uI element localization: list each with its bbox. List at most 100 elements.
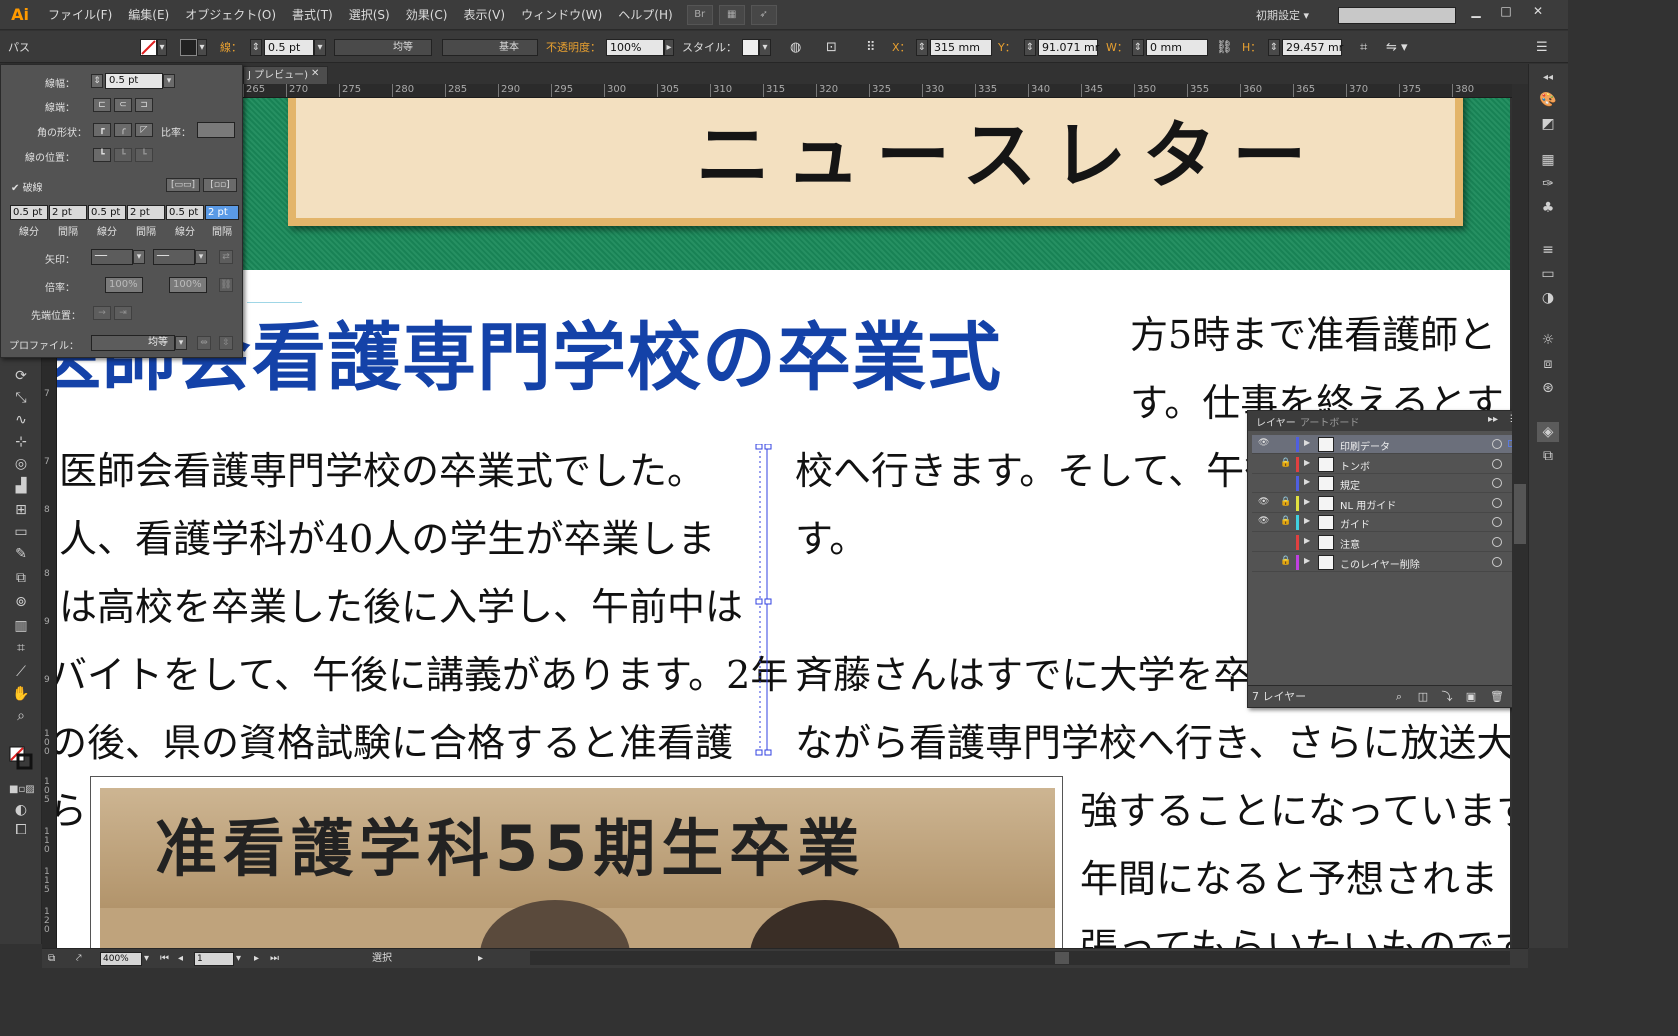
fill-stroke-swatch[interactable] xyxy=(9,746,33,770)
opacity-dropdown-icon[interactable]: ▸ xyxy=(664,39,674,56)
body-text-right[interactable]: 年間になると予想されま xyxy=(1080,848,1498,903)
layer-name[interactable]: このレイヤー削除 xyxy=(1340,556,1420,571)
expand-layer-icon[interactable]: ▶ xyxy=(1304,477,1310,486)
artboards-panel-icon[interactable]: ⧉ xyxy=(1537,446,1559,466)
profile-select[interactable]: 均等 xyxy=(91,335,175,351)
next-artboard-icon[interactable]: ▸ xyxy=(254,952,259,966)
color-panel-icon[interactable]: 🎨 xyxy=(1537,90,1559,110)
miter-limit-input[interactable] xyxy=(197,122,235,138)
align-inside-icon[interactable]: ┗ xyxy=(114,148,132,162)
status-icon[interactable]: ⧉ xyxy=(48,952,55,966)
target-circle-icon[interactable] xyxy=(1492,517,1502,528)
lock-icon[interactable]: 🔒 xyxy=(1280,497,1292,507)
butt-cap-icon[interactable]: ⊏ xyxy=(93,98,111,112)
y-stepper-icon[interactable]: ⇕ xyxy=(1024,39,1036,56)
stroke-weight-label[interactable]: 線： xyxy=(220,39,242,56)
profile-dropdown-icon[interactable]: ▾ xyxy=(175,336,187,350)
artboard-tool-icon[interactable]: ⌗ xyxy=(9,638,33,658)
menu-window[interactable]: ウィンドウ(W) xyxy=(513,0,610,30)
layers-panel-icon[interactable]: ◈ xyxy=(1537,422,1559,442)
x-stepper-icon[interactable]: ⇕ xyxy=(916,39,928,56)
layer-name[interactable]: ガイド xyxy=(1340,516,1370,531)
arrow-tip-inside-icon[interactable]: → xyxy=(93,306,111,320)
expand-layer-icon[interactable]: ▶ xyxy=(1304,516,1310,525)
workspace-switcher[interactable]: 初期設定 ▾ xyxy=(1256,7,1309,23)
body-text-left[interactable]: バイトをして、午後に講義があります。2年 xyxy=(57,644,788,699)
graphic-styles-icon[interactable]: ⧈ xyxy=(1537,354,1559,374)
body-text-left[interactable]: ら xyxy=(57,780,87,835)
horizontal-scroll-thumb[interactable] xyxy=(1055,952,1069,964)
body-text-right[interactable]: ながら看護専門学校へ行き、さらに放送大 xyxy=(795,712,1510,767)
minimize-icon[interactable]: ▁ xyxy=(1462,2,1490,20)
expand-panels-icon[interactable]: ◂◂ xyxy=(1537,68,1559,88)
banner-frame[interactable]: ニュースレター xyxy=(288,98,1463,226)
screen-mode-icon[interactable]: ⧠ xyxy=(9,820,33,840)
graph-tool-icon[interactable]: ▥ xyxy=(9,616,33,636)
scale-tool-icon[interactable]: ⤡ xyxy=(9,388,33,408)
panel-menu-icon[interactable]: ☰ xyxy=(1536,39,1548,56)
menu-file[interactable]: ファイル(F) xyxy=(40,0,120,30)
target-circle-icon[interactable] xyxy=(1492,458,1502,469)
target-circle-icon[interactable] xyxy=(1492,439,1502,449)
y-label[interactable]: Y： xyxy=(998,39,1016,56)
menu-edit[interactable]: 編集(E) xyxy=(120,0,177,30)
tab-layers[interactable]: レイヤー xyxy=(1256,414,1296,429)
target-circle-icon[interactable] xyxy=(1492,556,1502,567)
status-icon[interactable]: ⤤ xyxy=(76,952,82,966)
constrain-link-icon[interactable]: ⛓ xyxy=(1216,39,1233,56)
w-label[interactable]: W： xyxy=(1106,39,1128,56)
h-stepper-icon[interactable]: ⇕ xyxy=(1268,39,1280,56)
color-mode-icon[interactable]: ■▫▨ xyxy=(9,780,35,800)
flip-profile-x-icon[interactable]: ⇹ xyxy=(197,336,211,350)
w-stepper-icon[interactable]: ⇕ xyxy=(1132,39,1144,56)
stroke-weight-field[interactable]: 0.5 pt xyxy=(264,39,314,56)
expand-layer-icon[interactable]: ▶ xyxy=(1304,497,1310,506)
tab-artboards[interactable]: アートボード xyxy=(1300,414,1359,429)
expand-layer-icon[interactable]: ▶ xyxy=(1304,536,1310,545)
zoom-tool-icon[interactable]: ⌕ xyxy=(9,706,33,726)
swatches-icon[interactable]: ▦ xyxy=(1537,150,1559,170)
horizontal-scrollbar[interactable] xyxy=(530,951,1510,965)
body-text-right[interactable]: す。 xyxy=(795,508,867,563)
gap-input-3[interactable]: 2 pt xyxy=(205,205,239,220)
symbols-icon[interactable]: ♣ xyxy=(1537,198,1559,218)
newsletter-banner[interactable]: ニュースレター xyxy=(57,98,1510,270)
warp-tool-icon[interactable]: ∿ xyxy=(9,410,33,430)
graphic-style-swatch[interactable] xyxy=(742,39,759,56)
layer-name[interactable]: 注意 xyxy=(1340,536,1360,551)
projecting-cap-icon[interactable]: ⊐ xyxy=(135,98,153,112)
delete-layer-icon[interactable]: 🗑 xyxy=(1490,690,1504,704)
miter-join-icon[interactable]: ┏ xyxy=(93,123,111,137)
menu-object[interactable]: オブジェクト(O) xyxy=(177,0,284,30)
drawing-mode-icon[interactable]: ◐ xyxy=(9,800,33,820)
dash-preserve-icon[interactable]: [▭▭] xyxy=(166,178,200,192)
flip-profile-y-icon[interactable]: ⇳ xyxy=(219,336,233,350)
layer-name[interactable]: NL 用ガイド xyxy=(1340,497,1396,512)
stroke-panel-icon[interactable]: ≡ xyxy=(1537,240,1559,260)
end-arrow-dropdown-icon[interactable]: ▾ xyxy=(195,250,207,264)
body-text-left[interactable]: 人、看護学科が40人の学生が卒業しま xyxy=(59,508,715,563)
last-artboard-icon[interactable]: ⏭ xyxy=(270,952,279,966)
body-text-right[interactable]: 強することになっています xyxy=(1080,780,1510,835)
body-text-left[interactable]: は高校を卒業した後に入学し、午前中は xyxy=(59,576,743,631)
body-text-right[interactable]: 斉藤さんはすでに大学を卒 xyxy=(795,644,1251,699)
stroke-swatch[interactable] xyxy=(180,39,197,56)
stroke-stepper-icon[interactable]: ⇕ xyxy=(250,39,262,56)
layer-row[interactable]: 👁 ▶ 印刷データ xyxy=(1252,435,1522,454)
arrange-documents-icon[interactable]: ▦ xyxy=(718,4,745,25)
layer-row[interactable]: 🔒 ▶ このレイヤー削除 xyxy=(1252,553,1522,572)
artboard-number-field[interactable]: 1 xyxy=(194,952,234,966)
arrow-tip-outside-icon[interactable]: ⇥ xyxy=(114,306,132,320)
align-center-icon[interactable]: ┗ xyxy=(93,148,111,162)
menu-select[interactable]: 選択(S) xyxy=(341,0,398,30)
h-field[interactable]: 29.457 mr xyxy=(1282,39,1343,56)
lock-icon[interactable]: 🔒 xyxy=(1280,516,1292,526)
gpu-icon[interactable]: ➶ xyxy=(750,4,777,25)
round-cap-icon[interactable]: ⊂ xyxy=(114,98,132,112)
menu-view[interactable]: 表示(V) xyxy=(455,0,513,30)
status-menu-icon[interactable]: ▸ xyxy=(478,952,483,966)
body-text-right[interactable]: 方5時まで准看護師と xyxy=(1130,304,1496,359)
recolor-icon[interactable]: ◍ xyxy=(790,39,801,56)
prev-artboard-icon[interactable]: ◂ xyxy=(178,952,183,966)
align-outside-icon[interactable]: ┗ xyxy=(135,148,153,162)
